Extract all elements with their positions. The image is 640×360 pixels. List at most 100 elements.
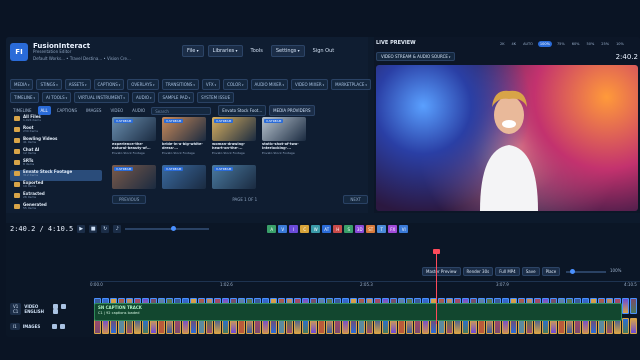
media-providers-button[interactable]: MEDIA PROVIDERS — [269, 105, 315, 116]
libraries-menu[interactable]: Libraries — [207, 45, 243, 57]
timeline-actions: Master Preview Render 30s Full MP4 Save … — [422, 267, 561, 276]
track-type-button[interactable]: FX — [388, 225, 398, 233]
media-source: Envato Stock Footage — [262, 150, 295, 155]
zoom-percent: 100% — [610, 268, 622, 273]
quality-chip[interactable]: 2K — [498, 41, 507, 47]
stop-icon[interactable]: ■ — [89, 225, 98, 233]
place-button[interactable]: Place — [541, 267, 561, 276]
timeline-clip[interactable] — [630, 318, 637, 334]
volume-slider[interactable] — [125, 226, 210, 231]
track-type-button[interactable]: AT — [322, 225, 332, 233]
previous-button[interactable]: PREVIOUS — [112, 195, 147, 204]
stream-badge: V-STREAM — [164, 167, 184, 171]
toolbar-stings[interactable]: STINGS — [36, 79, 62, 90]
track-type-button[interactable]: VI — [399, 225, 409, 233]
toolbar-assets[interactable]: ASSETS — [64, 79, 91, 90]
media-title: woman-drawing-heart-on-the-... — [212, 142, 246, 150]
mute-icon[interactable] — [53, 308, 59, 314]
search-input[interactable]: Search — [151, 106, 212, 115]
render-button[interactable]: Render 30s — [462, 267, 494, 276]
folder-count: 41 items — [23, 140, 37, 144]
volume-icon[interactable]: ♪ — [113, 225, 122, 233]
track-type-button[interactable]: A — [267, 225, 277, 233]
save-button[interactable]: Save — [521, 267, 540, 276]
folder-icon — [14, 171, 20, 176]
toolbar-video-mixer[interactable]: VIDEO MIXER — [291, 79, 329, 90]
toolbar-media[interactable]: MEDIA — [10, 79, 34, 90]
play-icon[interactable]: ▶ — [77, 225, 86, 233]
toolbar-virtual-instrument[interactable]: VIRTUAL INSTRUMENT — [74, 92, 129, 103]
volume-slider-knob[interactable] — [171, 226, 177, 231]
zoom-slider[interactable] — [566, 269, 606, 274]
preview-time: 2:40.2 — [615, 53, 638, 61]
settings-menu[interactable]: Settings — [270, 45, 305, 57]
media-card[interactable]: V-STREAM static-shot-of-two-interlocking-… — [262, 117, 306, 155]
toolbar-transitions[interactable]: TRANSITIONS — [161, 79, 199, 90]
media-source: Envato Stock Footage — [112, 150, 145, 155]
sign-out-button[interactable]: Sign Out — [309, 46, 339, 56]
toolbar-color[interactable]: COLOR — [223, 79, 248, 90]
track-type-button[interactable]: V — [278, 225, 288, 233]
folder-text: SRTs 8 items — [23, 159, 34, 166]
folder-item[interactable]: Generated 55 items — [10, 203, 102, 214]
time-ruler[interactable]: 0:00.0 1:02.6 2:05.3 3:07.9 4:10.5 — [90, 281, 640, 287]
quality-chip[interactable]: 25% — [599, 41, 611, 47]
media-card[interactable]: V-STREAM woman-drawing-heart-on-the-... En… — [212, 117, 256, 155]
quality-chip[interactable]: 10% — [614, 41, 626, 47]
quality-chip[interactable]: 75% — [555, 41, 567, 47]
track-type-button[interactable]: T — [377, 225, 387, 233]
tab-images[interactable]: IMAGES — [83, 106, 104, 115]
folder-icon — [14, 160, 20, 165]
app-logo: FI — [10, 43, 28, 61]
toolbar-audio-mixer[interactable]: AUDIO MIXER — [250, 79, 289, 90]
quality-chip[interactable]: 100% — [537, 41, 552, 47]
track-type-button[interactable]: I — [289, 225, 299, 233]
timeline-clip[interactable] — [622, 318, 629, 334]
tab-audio[interactable]: AUDIO — [129, 106, 148, 115]
tab-video[interactable]: VIDEO — [107, 106, 126, 115]
toolbar-marketplace[interactable]: MARKETPLACE — [331, 79, 371, 90]
tools-menu[interactable]: Tools — [247, 46, 267, 56]
full-mp4-button[interactable]: Full MP4 — [495, 267, 520, 276]
track-type-button[interactable]: H — [333, 225, 343, 233]
media-card[interactable]: V-STREAM — [212, 165, 256, 191]
next-button[interactable]: NEXT — [343, 195, 368, 204]
media-card[interactable]: V-STREAM — [162, 165, 206, 191]
toolbar-overlays[interactable]: OVERLAYS — [127, 79, 159, 90]
breadcrumb[interactable]: Default Works... • Travel Destina... • V… — [33, 56, 131, 61]
playhead[interactable] — [433, 249, 440, 324]
track-type-button[interactable]: C — [300, 225, 310, 233]
loop-icon[interactable]: ↻ — [101, 225, 110, 233]
folder-count: 55 items — [23, 206, 37, 210]
toolbar-timeline[interactable]: TIMELINE — [10, 92, 39, 103]
toolbar-vfx[interactable]: VFX — [201, 79, 221, 90]
tab-captions[interactable]: CAPTIONS — [54, 106, 80, 115]
media-source: Envato Stock Footage — [162, 150, 195, 155]
track-type-button[interactable]: 3D — [355, 225, 365, 233]
preview-video[interactable] — [376, 65, 638, 211]
app-header: FI FusionInteract Presentation Editor De… — [6, 37, 368, 67]
zoom-slider-knob[interactable] — [570, 269, 575, 274]
quality-chip[interactable]: 4K — [510, 41, 519, 47]
source-select[interactable]: VIDEO STREAM & AUDIO SOURCE — [376, 52, 456, 61]
toolbar-captions[interactable]: CAPTIONS — [93, 79, 125, 90]
toolbar-ai-tools[interactable]: AI TOOLS — [42, 92, 72, 103]
quality-chip[interactable]: 60% — [570, 41, 582, 47]
track-type-button[interactable]: W — [311, 225, 321, 233]
lock-icon[interactable] — [59, 323, 65, 329]
quality-chip[interactable]: 50% — [585, 41, 597, 47]
master-preview-button[interactable]: Master Preview — [422, 267, 461, 276]
media-card[interactable]: V-STREAM — [112, 165, 156, 191]
collection-select[interactable]: Envato Stock Foot... — [218, 105, 267, 116]
file-menu[interactable]: File — [182, 45, 204, 57]
caption-clip[interactable]: SN CAPTION TRACK C1 | 92 captions loaded — [94, 303, 622, 321]
toolbar-sample-pad[interactable]: SAMPLE PAD — [158, 92, 195, 103]
quality-chip[interactable]: AUTO — [521, 41, 535, 47]
track-type-button[interactable]: ST — [366, 225, 376, 233]
mute-icon[interactable] — [51, 323, 57, 329]
track-type-button[interactable]: S — [344, 225, 354, 233]
media-card[interactable]: V-STREAM bride-in-a-big-white-dress-... En… — [162, 117, 206, 155]
media-card[interactable]: V-STREAM experience-the-natural-beauty-of… — [112, 117, 156, 155]
toolbar-audio[interactable]: AUDIO — [131, 92, 156, 103]
toolbar-system-issue[interactable]: SYSTEM ISSUE — [197, 92, 235, 103]
